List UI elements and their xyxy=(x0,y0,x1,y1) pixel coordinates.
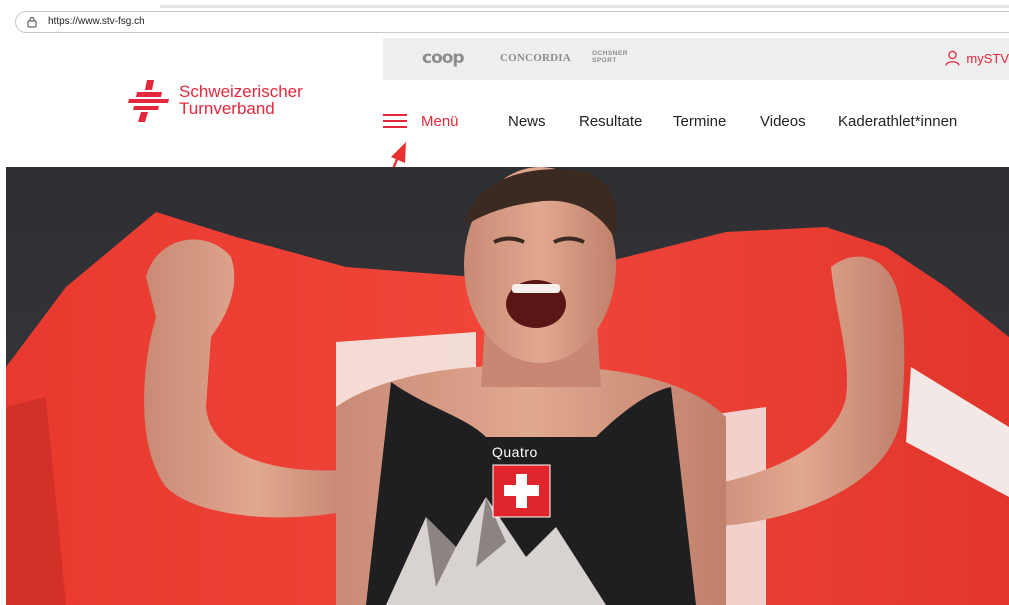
logo-wordmark: Schweizerischer Turnverband xyxy=(179,83,303,117)
nav-link-kaderathleten[interactable]: Kaderathlet*innen xyxy=(838,113,957,130)
user-icon xyxy=(945,50,961,66)
address-bar[interactable]: https://www.stv-fsg.ch xyxy=(15,11,1009,33)
sponsor-ochsner-line1: OCHSNER xyxy=(592,50,629,57)
sponsor-bar: coop CONCORDIA OCHSNER SPORT mySTV xyxy=(383,38,1009,80)
sponsor-coop-logo[interactable]: coop xyxy=(422,48,465,68)
logo-line-1: Schweizerischer xyxy=(179,82,303,101)
sponsor-concordia-logo[interactable]: CONCORDIA xyxy=(500,52,571,64)
stv-cross-logo-icon xyxy=(128,80,169,122)
jersey-sponsor-text: Quatro xyxy=(492,444,538,460)
mystv-label: mySTV xyxy=(966,50,1009,66)
hero-image[interactable]: Quatro xyxy=(6,167,1009,605)
hero-photo xyxy=(6,167,1009,605)
nav-link-news[interactable]: News xyxy=(508,113,546,130)
address-url[interactable]: https://www.stv-fsg.ch xyxy=(48,16,145,27)
nav-link-resultate[interactable]: Resultate xyxy=(579,113,642,130)
nav-link-termine[interactable]: Termine xyxy=(673,113,726,130)
site-logo[interactable]: Schweizerischer Turnverband xyxy=(125,78,303,124)
menu-label: Menü xyxy=(421,112,459,130)
mystv-link[interactable]: mySTV xyxy=(945,50,1009,66)
sponsor-ochsner-line2: SPORT xyxy=(592,57,617,64)
browser-toolbar: https://www.stv-fsg.ch xyxy=(0,0,1009,38)
menu-button[interactable]: Menü xyxy=(383,112,459,130)
logo-line-2: Turnverband xyxy=(179,99,275,118)
nav-link-videos[interactable]: Videos xyxy=(760,113,806,130)
sponsor-ochsner-logo[interactable]: OCHSNER SPORT xyxy=(592,50,628,64)
hamburger-icon xyxy=(383,114,407,128)
tab-strip-line xyxy=(160,5,1009,8)
lock-icon[interactable] xyxy=(26,16,38,28)
